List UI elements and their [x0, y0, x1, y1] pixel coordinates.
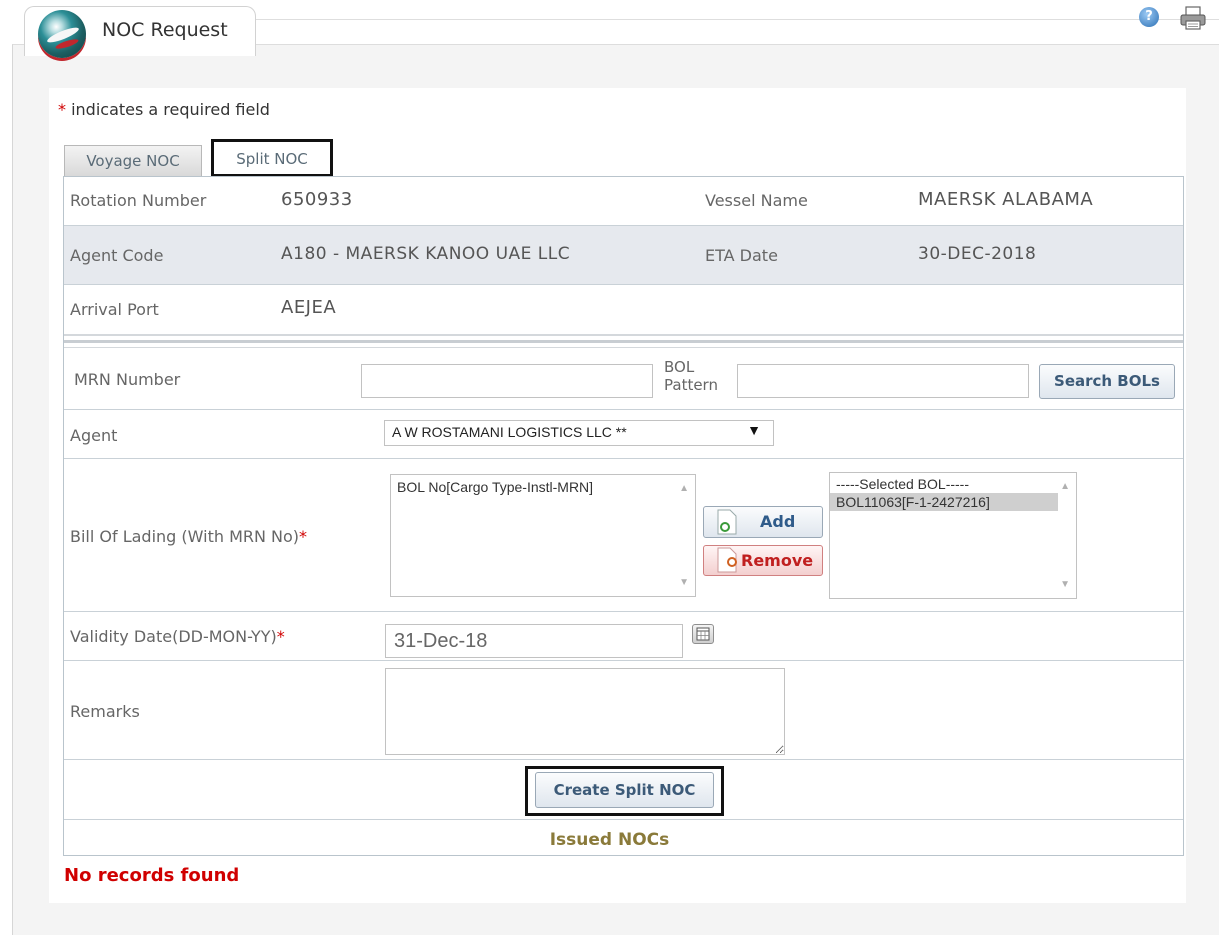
rotation-number-label: Rotation Number	[70, 191, 207, 210]
row-arrival-port	[64, 285, 1183, 334]
selected-bols-list[interactable]: -----Selected BOL----- BOL11063[F-1-2427…	[829, 472, 1077, 599]
scroll-down-icon[interactable]: ▼	[1060, 579, 1070, 590]
create-split-noc-button[interactable]: Create Split NOC	[535, 772, 714, 808]
validity-date-input[interactable]	[385, 624, 683, 658]
issued-nocs-heading: Issued NOCs	[549, 830, 670, 850]
agent-select[interactable]: A W ROSTAMANI LOGISTICS LLC ** ▼	[384, 420, 774, 446]
eta-date-label: ETA Date	[705, 246, 778, 265]
agent-code-value: A180 - MAERSK KANOO UAE LLC	[281, 244, 571, 264]
scroll-up-icon[interactable]: ▲	[1060, 481, 1070, 492]
print-icon[interactable]	[1180, 6, 1206, 30]
scroll-down-icon[interactable]: ▼	[679, 577, 689, 588]
required-note: * indicates a required field	[58, 100, 270, 119]
remove-button-label: Remove	[741, 551, 814, 570]
add-button[interactable]: Add	[703, 506, 823, 538]
arrival-port-value: AEJEA	[281, 297, 337, 318]
selected-bols-header[interactable]: -----Selected BOL-----	[830, 473, 1076, 493]
vessel-name-value: MAERSK ALABAMA	[918, 189, 1094, 210]
tab-split-noc[interactable]: Split NOC	[211, 139, 333, 177]
chevron-down-icon: ▼	[747, 422, 761, 438]
validity-date-label: Validity Date(DD-MON-YY)*	[70, 627, 285, 646]
arrival-port-label: Arrival Port	[70, 300, 159, 319]
bill-of-lading-label: Bill Of Lading (With MRN No)*	[70, 527, 308, 546]
search-bols-button[interactable]: Search BOLs	[1039, 364, 1175, 399]
help-icon[interactable]: ?	[1139, 7, 1159, 27]
section-divider-top	[64, 334, 1183, 336]
add-button-label: Add	[760, 512, 796, 531]
mrn-number-label: MRN Number	[74, 370, 181, 389]
bol-pattern-input[interactable]	[737, 364, 1029, 398]
scroll-up-icon[interactable]: ▲	[679, 483, 689, 494]
remove-button[interactable]: Remove	[703, 545, 823, 576]
header-divider	[256, 19, 1219, 20]
selected-bol-item[interactable]: BOL11063[F-1-2427216]	[830, 493, 1058, 511]
mrn-number-input[interactable]	[361, 364, 653, 398]
available-bols-header[interactable]: BOL No[Cargo Type-Instl-MRN]	[391, 475, 695, 496]
rotation-number-value: 650933	[281, 189, 353, 210]
no-records-message: No records found	[64, 865, 240, 886]
eta-date-value: 30-DEC-2018	[918, 244, 1037, 264]
bol-pattern-label: BOL Pattern	[664, 358, 718, 394]
calendar-icon[interactable]	[692, 624, 714, 644]
agent-selected-value: A W ROSTAMANI LOGISTICS LLC **	[392, 424, 627, 440]
tab-voyage-noc[interactable]: Voyage NOC	[64, 145, 202, 177]
section-divider	[64, 340, 1183, 343]
remarks-label: Remarks	[70, 702, 140, 721]
available-bols-list[interactable]: BOL No[Cargo Type-Instl-MRN] ▲ ▼	[390, 474, 696, 597]
page-title: NOC Request	[102, 19, 228, 41]
remarks-textarea[interactable]	[385, 668, 785, 755]
vessel-name-label: Vessel Name	[705, 191, 808, 210]
logo-icon	[38, 10, 86, 58]
remove-icon	[717, 547, 737, 573]
add-icon	[717, 509, 737, 535]
agent-label: Agent	[70, 426, 118, 445]
agent-code-label: Agent Code	[70, 246, 164, 265]
